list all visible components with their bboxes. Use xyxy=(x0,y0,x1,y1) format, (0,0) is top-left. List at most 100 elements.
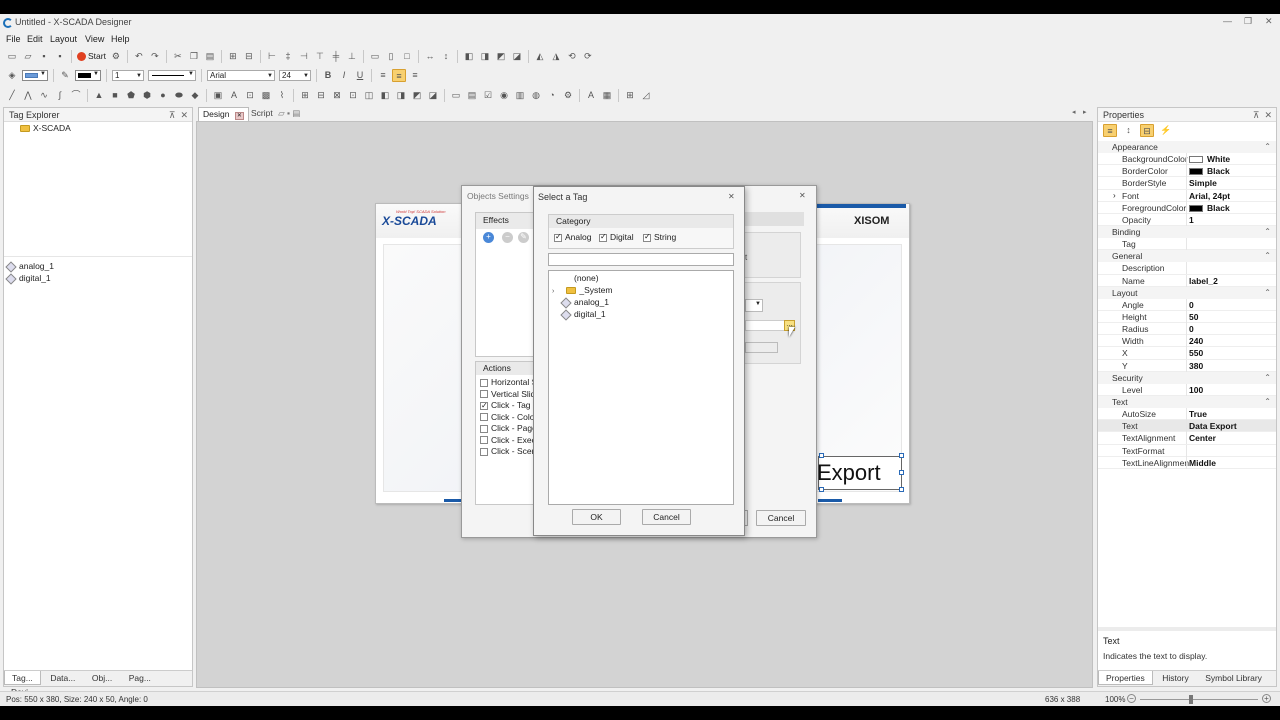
radio-control-icon[interactable]: ◉ xyxy=(497,89,511,102)
bring-front-icon[interactable]: ◧ xyxy=(462,50,476,63)
property-value[interactable]: Black xyxy=(1189,165,1230,177)
property-value[interactable]: 380 xyxy=(1189,360,1203,372)
events-view-icon[interactable]: ⚡ xyxy=(1159,124,1173,137)
property-category[interactable]: Binding xyxy=(1098,226,1276,239)
line-style-select[interactable]: ▼ xyxy=(148,69,196,81)
flip-horizontal-icon[interactable]: ◭ xyxy=(533,50,547,63)
globe-control-icon[interactable]: ◍ xyxy=(529,89,543,102)
line-color-picker[interactable]: ▼ xyxy=(75,69,101,81)
property-value[interactable]: 100 xyxy=(1189,384,1203,396)
tab-design[interactable]: Design ✕ xyxy=(198,107,249,121)
tag-tree-item-analog[interactable]: analog_1 xyxy=(560,296,609,309)
action-checkbox[interactable] xyxy=(480,400,488,411)
tab-pages[interactable]: Pag... xyxy=(122,671,158,685)
tab-properties[interactable]: Properties xyxy=(1098,671,1153,685)
action-item[interactable]: Horizontal S xyxy=(480,377,534,389)
property-value[interactable]: Simple xyxy=(1189,177,1217,189)
control-1-icon[interactable]: ⊞ xyxy=(298,89,312,102)
property-value[interactable]: True xyxy=(1189,408,1207,420)
copy-icon[interactable]: ❐ xyxy=(187,50,201,63)
property-value[interactable]: Center xyxy=(1189,432,1216,444)
select-tag-ok-button[interactable]: OK xyxy=(572,509,621,525)
action-checkbox[interactable] xyxy=(480,424,488,433)
property-category[interactable]: Appearance xyxy=(1098,141,1276,153)
group-icon[interactable]: ⊞ xyxy=(226,50,240,63)
resize-handle[interactable] xyxy=(899,487,904,492)
property-value[interactable]: Black xyxy=(1189,202,1230,214)
bring-forward-icon[interactable]: ◩ xyxy=(494,50,508,63)
zoom-out-icon[interactable]: − xyxy=(1127,694,1136,703)
property-value[interactable]: 1 xyxy=(1189,214,1194,226)
align-bottom-icon[interactable]: ⊥ xyxy=(345,50,359,63)
menu-view[interactable]: View xyxy=(85,34,104,44)
script-view-icon[interactable]: ▤ xyxy=(292,108,300,118)
button-control-icon[interactable]: ▭ xyxy=(449,89,463,102)
tab-objects[interactable]: Obj... xyxy=(85,671,119,685)
action-item[interactable]: Click - Exec xyxy=(480,435,534,447)
select-tag-cancel-button[interactable]: Cancel xyxy=(642,509,691,525)
edit-effect-icon[interactable]: ✎ xyxy=(518,232,529,243)
pentagon-tool-icon[interactable]: ⬟ xyxy=(124,89,138,102)
new-file-icon[interactable]: ▭ xyxy=(5,50,19,63)
resize-handle[interactable] xyxy=(899,470,904,475)
rectangle-tool-icon[interactable]: ■ xyxy=(108,89,122,102)
control-8-icon[interactable]: ◩ xyxy=(410,89,424,102)
close-icon[interactable]: ✕ xyxy=(1264,110,1272,120)
same-width-icon[interactable]: ▭ xyxy=(368,50,382,63)
bezier-tool-icon[interactable]: ∫ xyxy=(53,89,67,102)
rotate-left-icon[interactable]: ⟲ xyxy=(565,50,579,63)
fill-bucket-icon[interactable]: ◈ xyxy=(5,69,19,82)
property-value[interactable]: Arial, 24pt xyxy=(1189,190,1230,202)
tag-search-input[interactable] xyxy=(548,253,734,266)
curve-tool-icon[interactable]: ∿ xyxy=(37,89,51,102)
settings-combo[interactable]: ▼ xyxy=(745,299,763,312)
text-box-icon[interactable]: A xyxy=(584,89,598,102)
close-icon[interactable]: ✕ xyxy=(799,191,806,200)
align-middle-icon[interactable]: ╪ xyxy=(329,50,343,63)
property-row[interactable]: Tag xyxy=(1098,238,1276,251)
control-4-icon[interactable]: ⊡ xyxy=(346,89,360,102)
alphabetical-view-icon[interactable]: ↕ xyxy=(1122,124,1136,137)
property-category[interactable]: General xyxy=(1098,250,1276,263)
restore-button[interactable]: ❐ xyxy=(1244,16,1252,27)
tab-script[interactable]: Script ▱ ▪ ▤ xyxy=(248,107,303,121)
ungroup-icon[interactable]: ⊟ xyxy=(242,50,256,63)
tag-tree-item-digital[interactable]: digital_1 xyxy=(560,308,606,321)
script-save-icon[interactable]: ▪ xyxy=(287,108,290,118)
menu-file[interactable]: File xyxy=(6,34,21,44)
tab-symbol-library[interactable]: Symbol Library xyxy=(1198,671,1269,685)
action-item[interactable]: Click - Page xyxy=(480,423,534,435)
zoom-in-icon[interactable]: + xyxy=(1262,694,1271,703)
fill-color-picker[interactable]: ▼ xyxy=(22,69,48,81)
same-height-icon[interactable]: ▯ xyxy=(384,50,398,63)
triangle-tool-icon[interactable]: ▲ xyxy=(92,89,106,102)
property-row[interactable]: › Font Arial, 24pt xyxy=(1098,189,1276,202)
property-value[interactable]: label_2 xyxy=(1189,275,1218,287)
italic-icon[interactable]: I xyxy=(337,69,351,82)
tab-history[interactable]: History xyxy=(1155,671,1195,685)
property-row[interactable]: AutoSize True xyxy=(1098,408,1276,421)
pin-icon[interactable]: ⊼ xyxy=(169,110,176,120)
property-value[interactable]: 550 xyxy=(1189,347,1203,359)
property-value[interactable]: Data Export xyxy=(1189,420,1237,432)
tag-tree-root[interactable]: X-SCADA xyxy=(20,122,71,134)
tag-list-item[interactable]: digital_1 xyxy=(5,272,51,285)
property-row[interactable]: Name label_2 xyxy=(1098,274,1276,287)
resize-handle[interactable] xyxy=(899,453,904,458)
chart-icon[interactable]: ◿ xyxy=(639,89,653,102)
tab-scroll-left-icon[interactable]: ◂ xyxy=(1072,108,1076,116)
property-row[interactable]: Y 380 xyxy=(1098,359,1276,372)
property-row[interactable]: BorderStyle Simple xyxy=(1098,177,1276,190)
checkbox-analog[interactable] xyxy=(554,232,562,242)
property-row[interactable]: X 550 xyxy=(1098,347,1276,360)
checkbox-string[interactable] xyxy=(643,232,651,242)
redo-icon[interactable]: ↷ xyxy=(148,50,162,63)
label-tool-icon[interactable]: ⊡ xyxy=(243,89,257,102)
property-value[interactable]: Middle xyxy=(1189,457,1216,469)
add-effect-icon[interactable]: + xyxy=(483,232,494,243)
selected-label[interactable]: Export xyxy=(817,456,902,490)
control-2-icon[interactable]: ⊟ xyxy=(314,89,328,102)
align-top-icon[interactable]: ⊤ xyxy=(313,50,327,63)
resize-handle[interactable] xyxy=(819,453,824,458)
property-row[interactable]: BackgroundColor White xyxy=(1098,153,1276,166)
